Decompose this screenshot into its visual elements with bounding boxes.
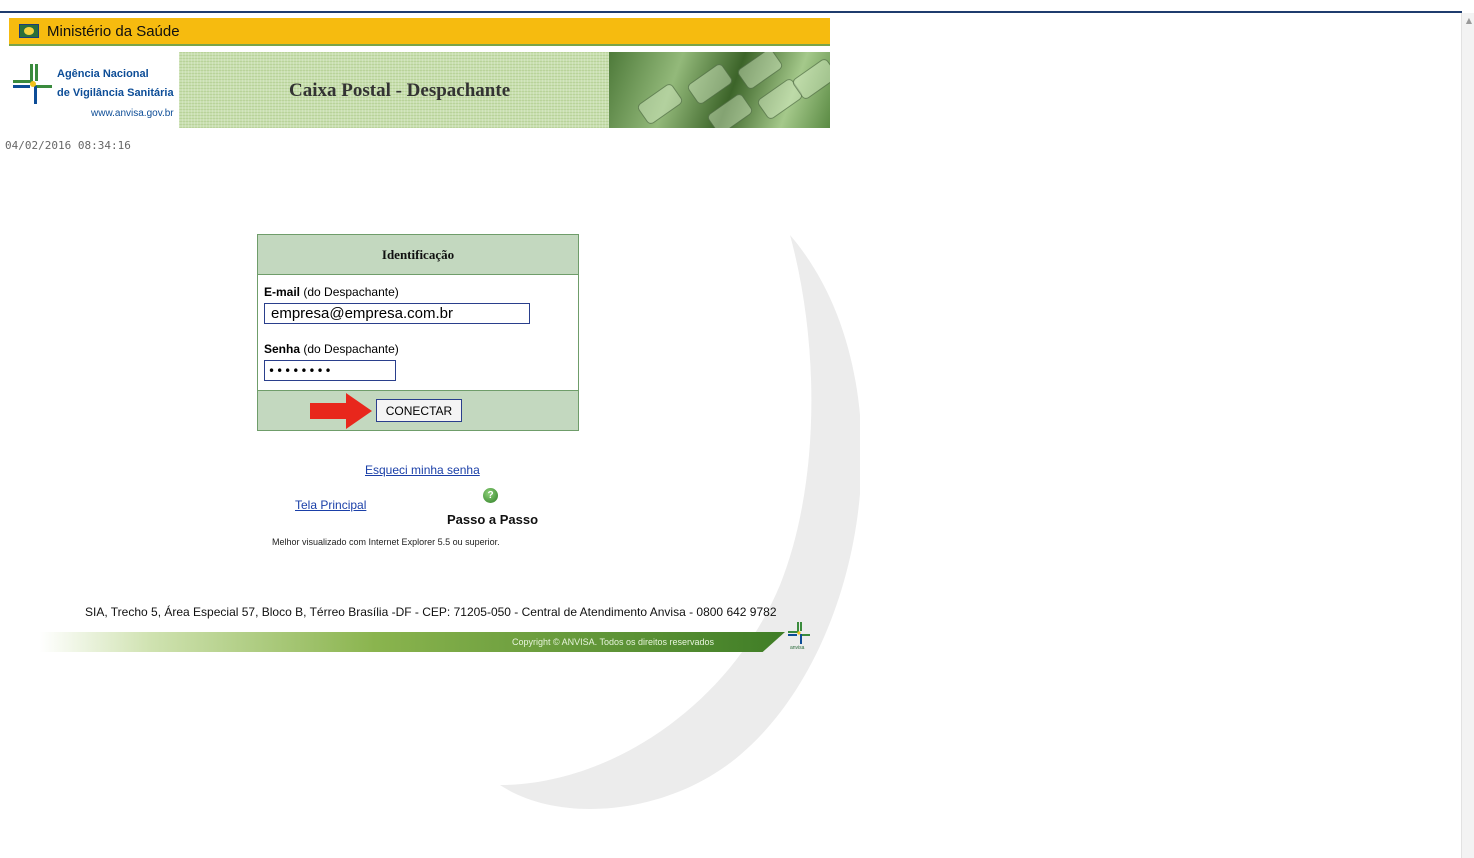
site-header: Agência Nacional de Vigilância Sanitária…: [9, 52, 830, 128]
timestamp: 04/02/2016 08:34:16: [5, 139, 131, 152]
brazil-flag-icon: [19, 24, 39, 38]
connect-button[interactable]: CONECTAR: [376, 399, 462, 422]
scroll-up-arrow-icon[interactable]: ▲: [1466, 16, 1472, 25]
ministry-title[interactable]: Ministério da Saúde: [47, 23, 180, 40]
keyboard-banner-image: [609, 52, 830, 128]
copyright-text: Copyright © ANVISA. Todos os direitos re…: [512, 637, 715, 647]
page-title: Caixa Postal - Despachante: [289, 80, 511, 101]
anvisa-logo[interactable]: Agência Nacional de Vigilância Sanitária…: [9, 52, 179, 128]
agency-name-line2: de Vigilância Sanitária: [57, 87, 174, 99]
password-label-hint: (do Despachante): [300, 342, 399, 356]
forgot-password-link[interactable]: Esqueci minha senha: [365, 463, 480, 477]
email-label-text: E-mail: [264, 285, 301, 299]
footer-address: SIA, Trecho 5, Área Especial 57, Bloco B…: [85, 605, 777, 619]
main-screen-link[interactable]: Tela Principal: [295, 498, 366, 512]
anvisa-cross-icon: [13, 64, 52, 104]
browser-notice: Melhor visualizado com Internet Explorer…: [272, 537, 500, 547]
government-bar: Ministério da Saúde: [9, 18, 830, 46]
keyboard-key-shape: [685, 62, 735, 106]
login-footer: CONECTAR: [258, 390, 578, 430]
help-icon[interactable]: ?: [483, 488, 498, 503]
email-label-hint: (do Despachante): [300, 285, 399, 299]
login-heading: Identificação: [258, 235, 578, 275]
password-field[interactable]: [264, 360, 396, 381]
vertical-scrollbar[interactable]: [1461, 13, 1474, 858]
email-label: E-mail (do Despachante): [264, 285, 399, 299]
login-form: Identificação E-mail (do Despachante) Se…: [257, 234, 579, 431]
title-band: Caixa Postal - Despachante: [179, 52, 609, 128]
agency-url[interactable]: www.anvisa.gov.br: [91, 108, 174, 119]
keyboard-key-shape: [705, 92, 755, 128]
window-top-border: [0, 11, 1462, 13]
password-label-text: Senha: [264, 342, 301, 356]
agency-name-line1: Agência Nacional: [57, 68, 149, 80]
keyboard-key-shape: [635, 82, 685, 126]
step-by-step-link[interactable]: Passo a Passo: [447, 512, 538, 527]
email-field[interactable]: [264, 303, 530, 324]
anvisa-small-logo-text: anvisa: [790, 645, 805, 651]
red-arrow-icon: [310, 393, 372, 429]
password-label: Senha (do Despachante): [264, 342, 399, 356]
